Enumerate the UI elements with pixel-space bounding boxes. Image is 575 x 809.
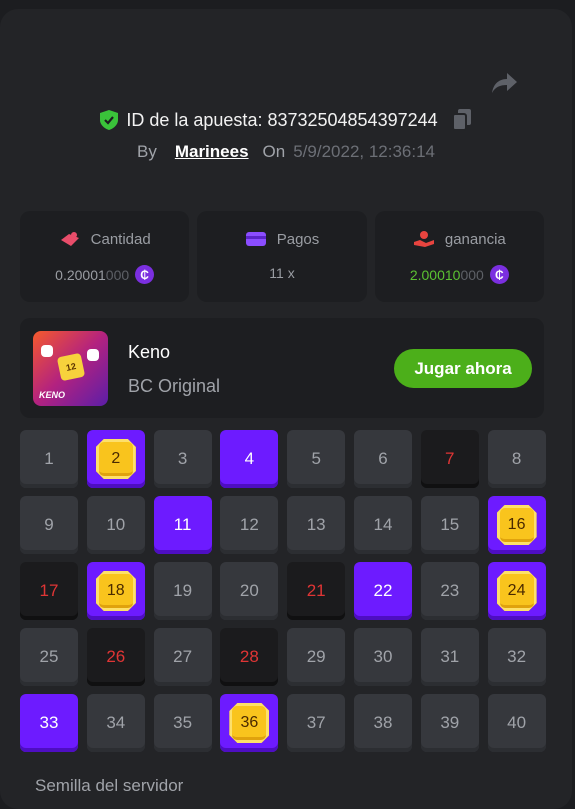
bet-id-row: ID de la apuesta: 83732504854397244 <box>0 109 572 131</box>
stat-label: Cantidad <box>90 230 151 248</box>
bet-date: 5/9/2022, 12:36:14 <box>293 142 436 161</box>
keno-cell: 40 <box>487 694 546 752</box>
keno-cell: 12 <box>220 496 279 554</box>
keno-cell: 29 <box>287 628 346 686</box>
coin-icon: ₵ <box>489 265 509 284</box>
keno-cell: 10 <box>86 496 145 554</box>
keno-cell: 24 <box>487 562 546 620</box>
coin-icon: ₵ <box>135 265 155 284</box>
keno-cell: 26 <box>86 628 145 686</box>
keno-cell: 30 <box>353 628 412 686</box>
keno-cell: 14 <box>353 496 412 554</box>
keno-cell: 8 <box>487 430 546 488</box>
keno-cell: 11 <box>153 496 212 554</box>
keno-cell: 17 <box>20 562 78 620</box>
keno-cell: 15 <box>420 496 479 554</box>
stat-label: ganancia <box>444 230 506 248</box>
share-icon[interactable] <box>490 71 518 95</box>
by-label: By <box>136 142 157 161</box>
keno-cell: 22 <box>353 562 412 620</box>
amount-icon <box>60 232 79 246</box>
keno-cell: 34 <box>86 694 145 752</box>
keno-cell: 1 <box>20 430 78 488</box>
keno-cell: 37 <box>287 694 346 752</box>
keno-cell: 20 <box>220 562 279 620</box>
keno-cell: 38 <box>353 694 412 752</box>
keno-thumbnail[interactable]: 12 KENO <box>33 331 108 406</box>
keno-cell: 3 <box>153 430 212 488</box>
stat-profit: ganancia 2.00010000 ₵ <box>374 211 544 302</box>
stat-label: Pagos <box>276 230 320 248</box>
keno-grid: 1 2 3 4 5 6 7 8 9 10 11 12 13 14 15 16 17 18 19 20 21 22 23 24 2… <box>20 430 546 752</box>
keno-cell: 21 <box>287 562 346 620</box>
keno-cell: 23 <box>420 562 479 620</box>
shield-check-icon <box>100 110 119 130</box>
stat-value: 0.20001 <box>55 266 106 283</box>
keno-cell: 13 <box>287 496 346 554</box>
stat-amount: Cantidad 0.20001000 ₵ <box>20 211 190 302</box>
card-icon <box>245 232 266 246</box>
keno-cell: 19 <box>153 562 212 620</box>
keno-cell: 32 <box>487 628 546 686</box>
keno-cell: 27 <box>153 628 212 686</box>
keno-cell: 6 <box>353 430 412 488</box>
keno-cell: 31 <box>420 628 479 686</box>
thumb-dice <box>87 349 99 361</box>
thumb-tile: 12 <box>56 352 86 382</box>
gem-icon: 24 <box>496 571 537 611</box>
keno-cell: 16 <box>487 496 546 554</box>
gem-icon: 16 <box>496 505 537 545</box>
server-seed-label: Semilla del servidor <box>35 776 184 795</box>
stat-payout: Pagos 11 x <box>197 211 367 302</box>
keno-cell: 28 <box>220 628 279 686</box>
on-label: On <box>262 142 286 161</box>
copy-icon[interactable] <box>451 109 472 131</box>
thumb-label: KENO <box>39 390 66 400</box>
gem-icon: 36 <box>229 703 270 743</box>
stat-value-dim: 000 <box>460 266 484 283</box>
keno-cell: 39 <box>420 694 479 752</box>
bet-details-panel: ID de la apuesta: 83732504854397244 By M… <box>0 9 572 809</box>
stat-value: 11 x <box>269 265 295 281</box>
profit-icon <box>413 231 434 247</box>
keno-cell: 33 <box>20 694 78 752</box>
stat-value-dim: 000 <box>105 266 130 283</box>
stat-value: 2.00010 <box>409 266 461 283</box>
keno-cell: 36 <box>220 694 279 752</box>
game-name: Keno <box>128 342 171 362</box>
gem-icon: 2 <box>95 439 136 479</box>
user-link[interactable]: Marinees <box>175 142 249 162</box>
gem-icon: 18 <box>95 571 136 611</box>
keno-cell: 35 <box>153 694 212 752</box>
keno-cell: 5 <box>287 430 346 488</box>
keno-cell: 7 <box>420 430 479 488</box>
thumb-dice <box>41 345 53 357</box>
keno-cell: 2 <box>86 430 145 488</box>
keno-cell: 9 <box>20 496 78 554</box>
keno-cell: 4 <box>220 430 279 488</box>
stats-row: Cantidad 0.20001000 ₵ Pagos 11 x gananci… <box>20 211 544 302</box>
bet-id: ID de la apuesta: 83732504854397244 <box>126 109 438 130</box>
keno-cell: 18 <box>86 562 145 620</box>
game-card: 12 KENO Keno BC Original Jugar ahora <box>20 318 544 418</box>
keno-cell: 25 <box>20 628 78 686</box>
bet-meta: By Marinees On 5/9/2022, 12:36:14 <box>0 142 572 162</box>
game-subtitle: BC Original <box>128 376 221 396</box>
play-now-button[interactable]: Jugar ahora <box>394 349 532 388</box>
